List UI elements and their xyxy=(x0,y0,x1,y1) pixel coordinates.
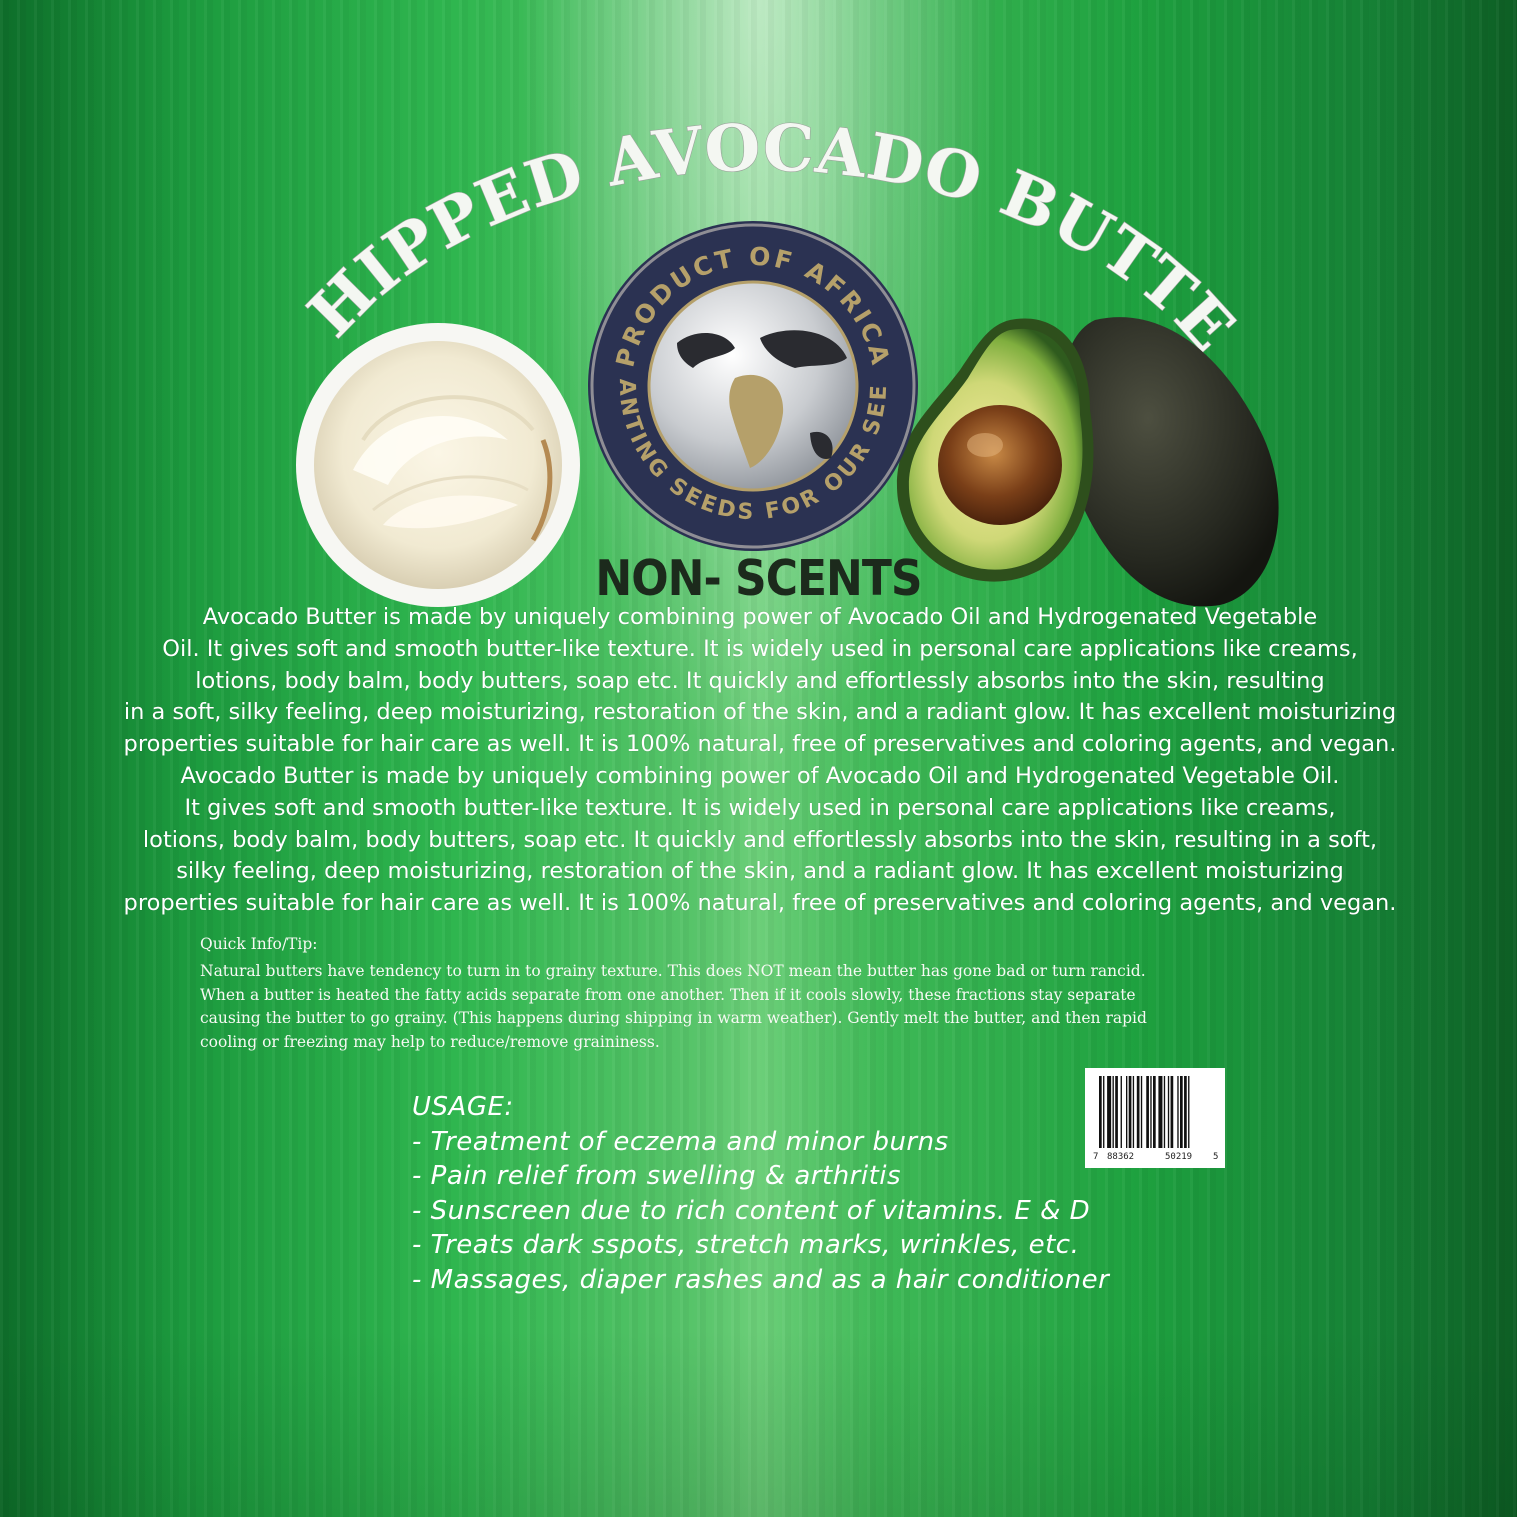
barcode-bar xyxy=(1184,1076,1187,1148)
barcode-digit-group-right: 50219 xyxy=(1165,1152,1193,1162)
tip-line: cooling or freezing may help to reduce/r… xyxy=(200,1033,660,1052)
description-line: lotions, body balm, body butters, soap e… xyxy=(142,826,1378,853)
product-of-africa-seal: PRODUCT OF AFRICA PLANTING SEEDS FOR OUR… xyxy=(585,218,918,551)
tip-title: Quick Info/Tip: xyxy=(200,935,318,953)
barcode-digit-group-left: 88362 xyxy=(1107,1152,1135,1162)
scent-label: NON- SCENTS xyxy=(595,550,922,608)
description-line: in a soft, silky feeling, deep moisturiz… xyxy=(123,699,1397,726)
barcode-bars xyxy=(1099,1076,1190,1148)
tip-line: Natural butters have tendency to turn in… xyxy=(200,962,1146,980)
barcode-bar xyxy=(1180,1076,1183,1148)
barcode-bar xyxy=(1115,1076,1118,1148)
description-line: Avocado Butter is made by uniquely combi… xyxy=(180,762,1340,789)
product-description: Avocado Butter is made by uniquely combi… xyxy=(110,602,1410,920)
barcode-bar xyxy=(1188,1076,1190,1148)
barcode-bar xyxy=(1146,1076,1149,1148)
barcode-bar xyxy=(1163,1076,1166,1148)
tip-line: causing the butter to go grainy. (This h… xyxy=(200,1009,1147,1028)
barcode-bar xyxy=(1112,1076,1114,1148)
barcode-digits: 7 88362 50219 5 xyxy=(1085,1152,1225,1166)
description-line: properties suitable for hair care as wel… xyxy=(123,731,1397,758)
barcode-bar xyxy=(1170,1076,1174,1148)
description-line: properties suitable for hair care as wel… xyxy=(123,890,1397,917)
description-line: silky feeling, deep moisturizing, restor… xyxy=(176,858,1344,885)
barcode: 7 88362 50219 5 xyxy=(1085,1068,1225,1168)
barcode-bar xyxy=(1107,1076,1112,1148)
barcode-bar xyxy=(1128,1076,1132,1148)
barcode-bar xyxy=(1136,1076,1140,1148)
description-line: Avocado Butter is made by uniquely combi… xyxy=(202,604,1318,630)
description-line: lotions, body balm, body butters, soap e… xyxy=(195,667,1325,694)
tip-line: When a butter is heated the fatty acids … xyxy=(200,985,1136,1004)
product-label: WHIPPED AVOCADO BUTTER xyxy=(0,0,1517,1517)
tip-body: Natural butters have tendency to turn in… xyxy=(200,960,1350,1055)
barcode-bar xyxy=(1177,1076,1179,1148)
barcode-digit-check: 5 xyxy=(1213,1152,1219,1162)
usage-item: - Sunscreen due to rich content of vitam… xyxy=(412,1195,1091,1226)
barcode-bar xyxy=(1120,1076,1122,1148)
barcode-digit-prefix: 7 xyxy=(1093,1152,1099,1162)
barcode-bar xyxy=(1140,1076,1143,1148)
barcode-bar xyxy=(1150,1076,1152,1148)
usage-heading: USAGE: xyxy=(412,1092,514,1122)
barcode-bar xyxy=(1132,1076,1135,1148)
usage-item: - Pain relief from swelling & arthritis xyxy=(412,1161,902,1191)
barcode-bar xyxy=(1126,1076,1128,1148)
barcode-bar xyxy=(1099,1076,1102,1148)
barcode-bar xyxy=(1158,1076,1163,1148)
description-line: It gives soft and smooth butter-like tex… xyxy=(184,794,1336,821)
usage-section: USAGE: - Treatment of eczema and minor b… xyxy=(412,1090,1109,1297)
barcode-bar xyxy=(1153,1076,1156,1148)
usage-item: - Treatment of eczema and minor burns xyxy=(412,1126,949,1157)
description-line: Oil. It gives soft and smooth butter-lik… xyxy=(162,635,1358,662)
barcode-bar xyxy=(1167,1076,1170,1148)
usage-item: - Massages, diaper rashes and as a hair … xyxy=(412,1264,1110,1295)
usage-item: - Treats dark sspots, stretch marks, wri… xyxy=(412,1230,1080,1260)
barcode-bar xyxy=(1103,1076,1105,1148)
